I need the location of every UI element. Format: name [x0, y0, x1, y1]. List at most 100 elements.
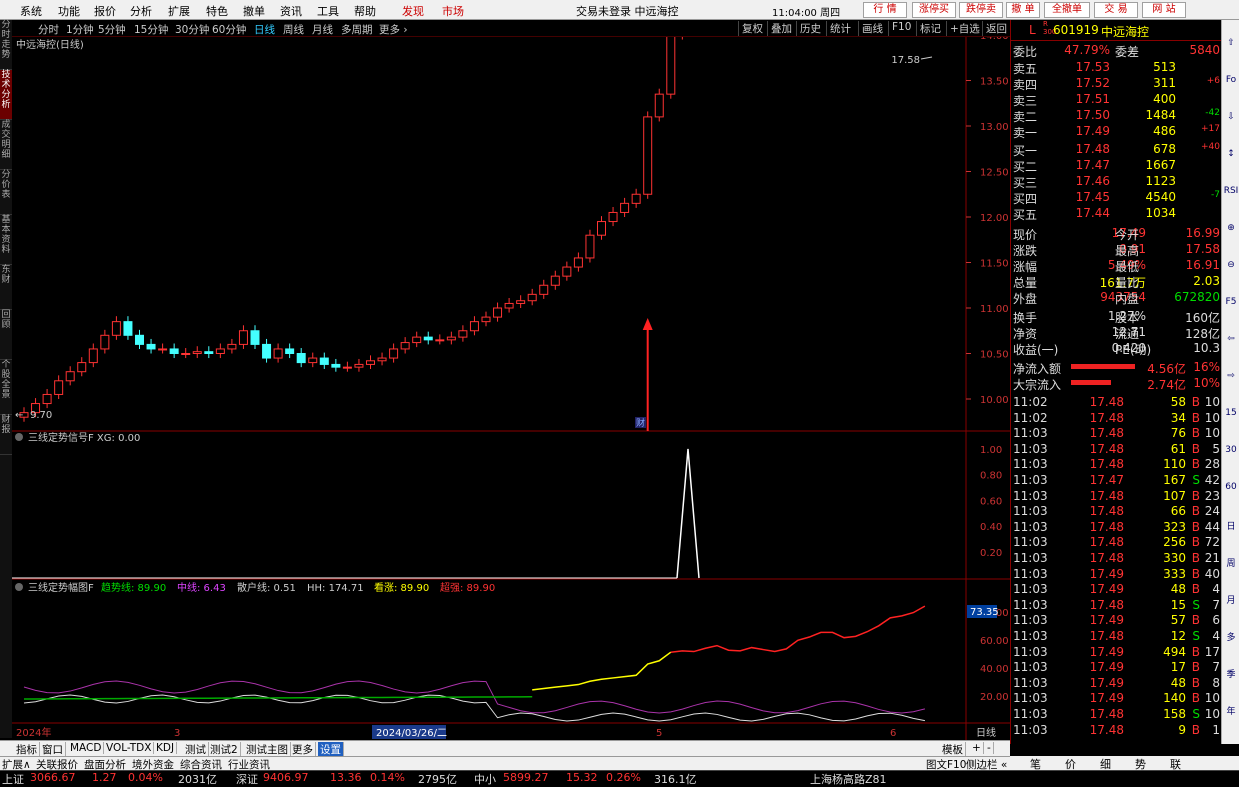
menu-2[interactable]: 报价 — [94, 3, 116, 19]
period-toolbar: 分时 1分钟 5分钟 15分钟 30分钟 60分钟 日线 周线 月线 多周期 更多 › 复权 叠加 历史统… — [12, 20, 1010, 37]
candle-52 — [620, 202, 630, 213]
candle-20 — [250, 330, 260, 345]
sidebar-button-12[interactable]: 60 — [1223, 482, 1239, 492]
top-button-2[interactable]: 跌停卖 — [959, 2, 1003, 18]
period-tool-3[interactable]: 统计 — [826, 21, 854, 36]
sidebar-button-3[interactable]: ↕ — [1223, 149, 1239, 159]
sidebar-button-9[interactable]: ⇨ — [1223, 371, 1239, 381]
menu-9[interactable]: 帮助 — [354, 3, 376, 19]
period-3[interactable]: 15分钟 — [134, 22, 168, 37]
cursor-date: 2024/03/26/二 — [376, 728, 447, 739]
sidebar-button-4[interactable]: RSI — [1223, 186, 1239, 196]
indicator-tab-3[interactable]: VOL-TDX — [104, 742, 155, 754]
top-button-5[interactable]: 交 易 — [1094, 2, 1138, 18]
period-4[interactable]: 30分钟 — [175, 22, 209, 37]
period-1[interactable]: 1分钟 — [66, 22, 94, 37]
sidebar-button-16[interactable]: 多 — [1223, 630, 1239, 643]
period-tool-8[interactable]: 返回 — [982, 21, 1010, 36]
tick-price: 17.49 — [1089, 644, 1124, 659]
menu-7[interactable]: 资讯 — [280, 3, 302, 19]
menu-4[interactable]: 扩展 — [168, 3, 190, 19]
period-tool-4[interactable]: 画线 — [858, 21, 886, 36]
indicator-tab-1[interactable]: 窗口 — [40, 742, 66, 757]
template-btn-1[interactable]: + — [970, 742, 984, 754]
sidebar-button-10[interactable]: 15 — [1223, 408, 1239, 418]
left-tab-7[interactable]: 个股全景 — [0, 360, 12, 415]
sidebar-button-15[interactable]: 月 — [1223, 593, 1239, 606]
menu-0[interactable]: 系统 — [20, 3, 42, 19]
menu-5[interactable]: 特色 — [206, 3, 228, 19]
left-tab-0[interactable]: 分时走势 — [0, 20, 12, 70]
sidebar-button-6[interactable]: ⊖ — [1223, 260, 1239, 270]
left-tab-6[interactable]: 回顾 — [0, 310, 12, 360]
indicator-tab-9[interactable]: 设置 — [318, 742, 344, 757]
indicator-tab-2[interactable]: MACD — [68, 742, 105, 754]
indicator-tab-0[interactable]: 指标 — [14, 742, 40, 757]
period-tool-7[interactable]: +自选 — [946, 21, 983, 36]
candle-23 — [285, 348, 295, 355]
status-0: 上证 — [2, 773, 24, 786]
period-5[interactable]: 60分钟 — [212, 22, 246, 37]
period-0[interactable]: 分时 — [38, 22, 59, 37]
menu-8[interactable]: 工具 — [317, 3, 339, 19]
menu-market[interactable]: 市场 — [442, 3, 464, 19]
top-button-4[interactable]: 全撤单 — [1044, 2, 1090, 18]
menu-1[interactable]: 功能 — [58, 3, 80, 19]
menu-3[interactable]: 分析 — [130, 3, 152, 19]
top-button-3[interactable]: 撤 单 — [1006, 2, 1040, 18]
candle-17 — [215, 348, 225, 355]
left-tab-3[interactable]: 分价表 — [0, 170, 12, 215]
left-tab-4[interactable]: 基本资料 — [0, 215, 12, 265]
sidebar-button-14[interactable]: 周 — [1223, 556, 1239, 569]
sidebar-button-7[interactable]: F5 — [1223, 297, 1239, 307]
period-2[interactable]: 5分钟 — [98, 22, 126, 37]
indicator-tab-5[interactable]: 测试 — [183, 742, 209, 757]
tick-count: 40 — [1204, 566, 1220, 581]
period-tool-6[interactable]: 标记 — [916, 21, 944, 36]
indicator-tab-8[interactable]: 更多 — [290, 742, 316, 757]
period-7[interactable]: 周线 — [283, 22, 304, 37]
tick-time: 11:03 — [1013, 691, 1048, 706]
period-10[interactable]: 更多 › — [379, 22, 408, 37]
indicator-tab-4[interactable]: KDJ — [154, 742, 178, 754]
tick-time: 11:03 — [1013, 488, 1048, 503]
sidebar-button-1[interactable]: Fo — [1223, 75, 1239, 85]
menu-6[interactable]: 撤单 — [243, 3, 265, 19]
tick-vol: 158 — [1163, 707, 1186, 721]
top-button-6[interactable]: 网 站 — [1142, 2, 1186, 18]
candle-8 — [111, 321, 121, 336]
top-button-0[interactable]: 行 情 — [863, 2, 907, 18]
sidebar-button-5[interactable]: ⊕ — [1223, 223, 1239, 233]
period-tool-1[interactable]: 叠加 — [767, 21, 795, 36]
top-button-1[interactable]: 涨停买 — [912, 2, 956, 18]
tick-vol: 48 — [1170, 582, 1186, 597]
candle-55 — [654, 93, 664, 118]
status-5: 深证 — [236, 773, 258, 786]
period-tool-5[interactable]: F10 — [888, 21, 914, 36]
left-tab-5[interactable]: 东财 — [0, 265, 12, 310]
sidebar-button-13[interactable]: 日 — [1223, 519, 1239, 532]
period-tool-2[interactable]: 历史 — [796, 21, 824, 36]
tick-time: 11:03 — [1013, 519, 1048, 534]
sidebar-button-8[interactable]: ⇦ — [1223, 334, 1239, 344]
sidebar-button-2[interactable]: ⇩ — [1223, 112, 1239, 122]
sidebar-button-11[interactable]: 30 — [1223, 445, 1239, 455]
indicator-tab-6[interactable]: 测试2 — [208, 742, 241, 757]
sidebar-button-18[interactable]: 年 — [1223, 704, 1239, 717]
menu-discover[interactable]: 发现 — [402, 3, 424, 19]
template-btn-0[interactable]: 模板 — [940, 742, 966, 757]
left-tab-2[interactable]: 成交明细 — [0, 120, 12, 170]
period-6[interactable]: 日线 — [254, 22, 275, 37]
left-tab-8[interactable]: 财报 — [0, 415, 12, 455]
template-btn-2[interactable]: - — [985, 742, 994, 754]
ask-row-2: 卖三 17.51 400 — [1011, 91, 1222, 108]
period-9[interactable]: 多周期 — [341, 22, 373, 37]
candle-35 — [423, 336, 433, 341]
left-tab-1[interactable]: 技术分析 — [0, 70, 12, 120]
candle-45 — [539, 284, 549, 295]
period-8[interactable]: 月线 — [312, 22, 333, 37]
period-tool-0[interactable]: 复权 — [738, 21, 766, 36]
sidebar-button-0[interactable]: ⇧ — [1223, 38, 1239, 48]
sidebar-button-17[interactable]: 季 — [1223, 667, 1239, 680]
indicator-tab-7[interactable]: 测试主图 — [244, 742, 291, 757]
